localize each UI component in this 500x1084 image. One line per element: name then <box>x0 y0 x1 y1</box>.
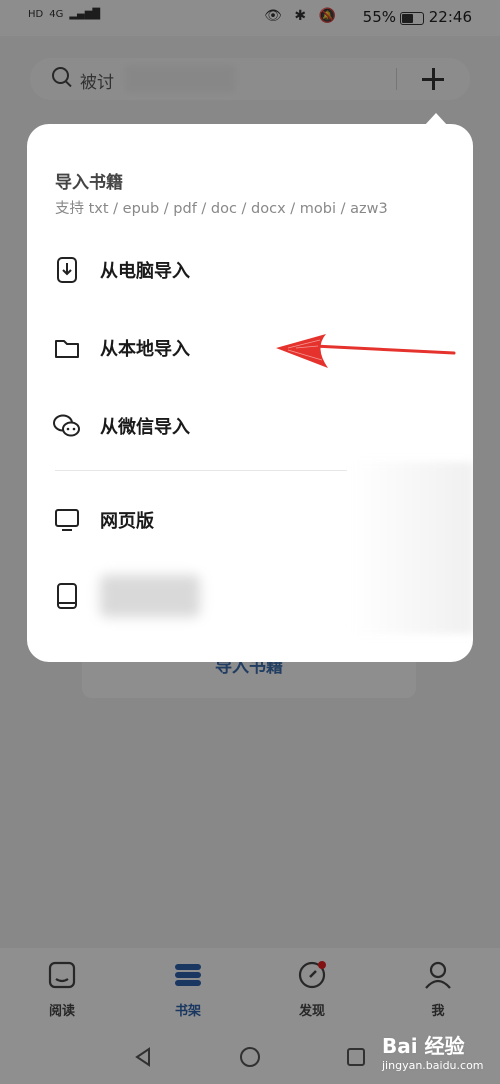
watermark-url: jingyan.baidu.com <box>382 1059 484 1072</box>
tablet-icon <box>51 580 83 612</box>
import-from-computer[interactable]: 从电脑导入 <box>51 250 190 290</box>
folder-icon <box>51 332 83 364</box>
popup-subtitle: 支持 txt / epub / pdf / doc / docx / mobi … <box>55 201 388 217</box>
wechat-icon <box>51 410 83 442</box>
import-from-local[interactable]: 从本地导入 <box>51 328 190 368</box>
import-from-computer-label: 从电脑导入 <box>100 261 190 282</box>
tablet-item[interactable] <box>51 575 200 617</box>
blurred-region <box>351 462 473 634</box>
import-from-local-label: 从本地导入 <box>100 339 190 360</box>
popup-title: 导入书籍 <box>55 173 123 193</box>
monitor-icon <box>51 504 83 536</box>
tablet-item-blurred-label <box>100 575 200 617</box>
import-from-wechat[interactable]: 从微信导入 <box>51 406 190 446</box>
red-arrow-annotation <box>276 334 456 368</box>
watermark-brand: Bai 经验 <box>382 1034 465 1058</box>
web-version[interactable]: 网页版 <box>51 500 154 540</box>
computer-phone-icon <box>51 254 83 286</box>
popup-divider <box>55 470 347 471</box>
import-from-wechat-label: 从微信导入 <box>100 417 190 438</box>
import-popup: 导入书籍 支持 txt / epub / pdf / doc / docx / … <box>27 124 473 662</box>
baidu-watermark: Bai 经验 jingyan.baidu.com <box>382 1030 484 1072</box>
web-version-label: 网页版 <box>100 511 154 532</box>
